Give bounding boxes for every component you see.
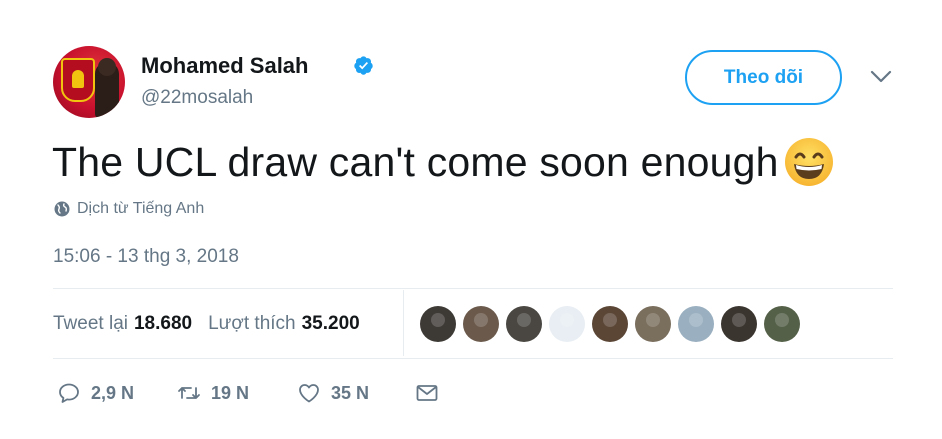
liverpool-crest-icon <box>61 58 95 102</box>
reply-count: 2,9 N <box>91 382 135 403</box>
liker-avatar[interactable] <box>549 306 585 342</box>
divider-top <box>53 288 893 289</box>
tweet-text: The UCL draw can't come soon enough <box>52 139 779 185</box>
translate-link[interactable]: Dịch từ Tiếng Anh <box>54 200 204 218</box>
like-stat[interactable]: Lượt thích 35.200 <box>208 313 360 335</box>
retweet-stat-count: 18.680 <box>133 313 193 334</box>
chevron-down-icon[interactable] <box>870 69 892 85</box>
like-button[interactable]: 35 N <box>297 381 415 405</box>
translate-label[interactable]: Dịch từ Tiếng Anh <box>77 200 204 218</box>
retweet-stat[interactable]: Tweet lại 18.680 <box>53 313 192 335</box>
direct-message-button[interactable] <box>415 381 439 405</box>
retweet-stat-label: Tweet lại <box>53 313 128 334</box>
liker-avatar[interactable] <box>635 306 671 342</box>
stats-vertical-divider <box>403 290 404 356</box>
like-stat-label: Lượt thích <box>208 313 296 334</box>
grinning-face-emoji-icon <box>785 138 833 186</box>
user-avatar[interactable] <box>53 46 125 118</box>
tweet-actions: 2,9 N 19 N 35 N <box>57 381 439 405</box>
liker-avatar[interactable] <box>721 306 757 342</box>
divider-bottom <box>53 358 893 359</box>
liker-avatar[interactable] <box>463 306 499 342</box>
tweet-timestamp[interactable]: 15:06 - 13 thg 3, 2018 <box>53 246 239 268</box>
liker-avatars <box>420 306 800 342</box>
liker-avatar[interactable] <box>506 306 542 342</box>
envelope-icon <box>416 385 438 401</box>
user-display-name[interactable]: Mohamed Salah <box>141 53 308 79</box>
reply-icon <box>59 383 79 403</box>
follow-button[interactable]: Theo dõi <box>685 50 842 105</box>
retweet-count: 19 N <box>211 382 250 403</box>
user-handle[interactable]: @22mosalah <box>141 87 253 109</box>
liker-avatar[interactable] <box>764 306 800 342</box>
liker-avatar[interactable] <box>420 306 456 342</box>
reply-button[interactable]: 2,9 N <box>57 381 177 405</box>
tweet-stats: Tweet lại 18.680 Lượt thích 35.200 <box>53 313 360 335</box>
heart-icon <box>299 384 319 403</box>
like-stat-count: 35.200 <box>301 313 360 334</box>
globe-icon <box>54 201 70 217</box>
liker-avatar[interactable] <box>678 306 714 342</box>
verified-badge-icon <box>354 56 373 75</box>
liker-avatar[interactable] <box>592 306 628 342</box>
retweet-button[interactable]: 19 N <box>177 381 297 405</box>
avatar-person-figure <box>95 58 119 118</box>
retweet-icon <box>178 387 200 399</box>
like-count: 35 N <box>331 382 370 403</box>
